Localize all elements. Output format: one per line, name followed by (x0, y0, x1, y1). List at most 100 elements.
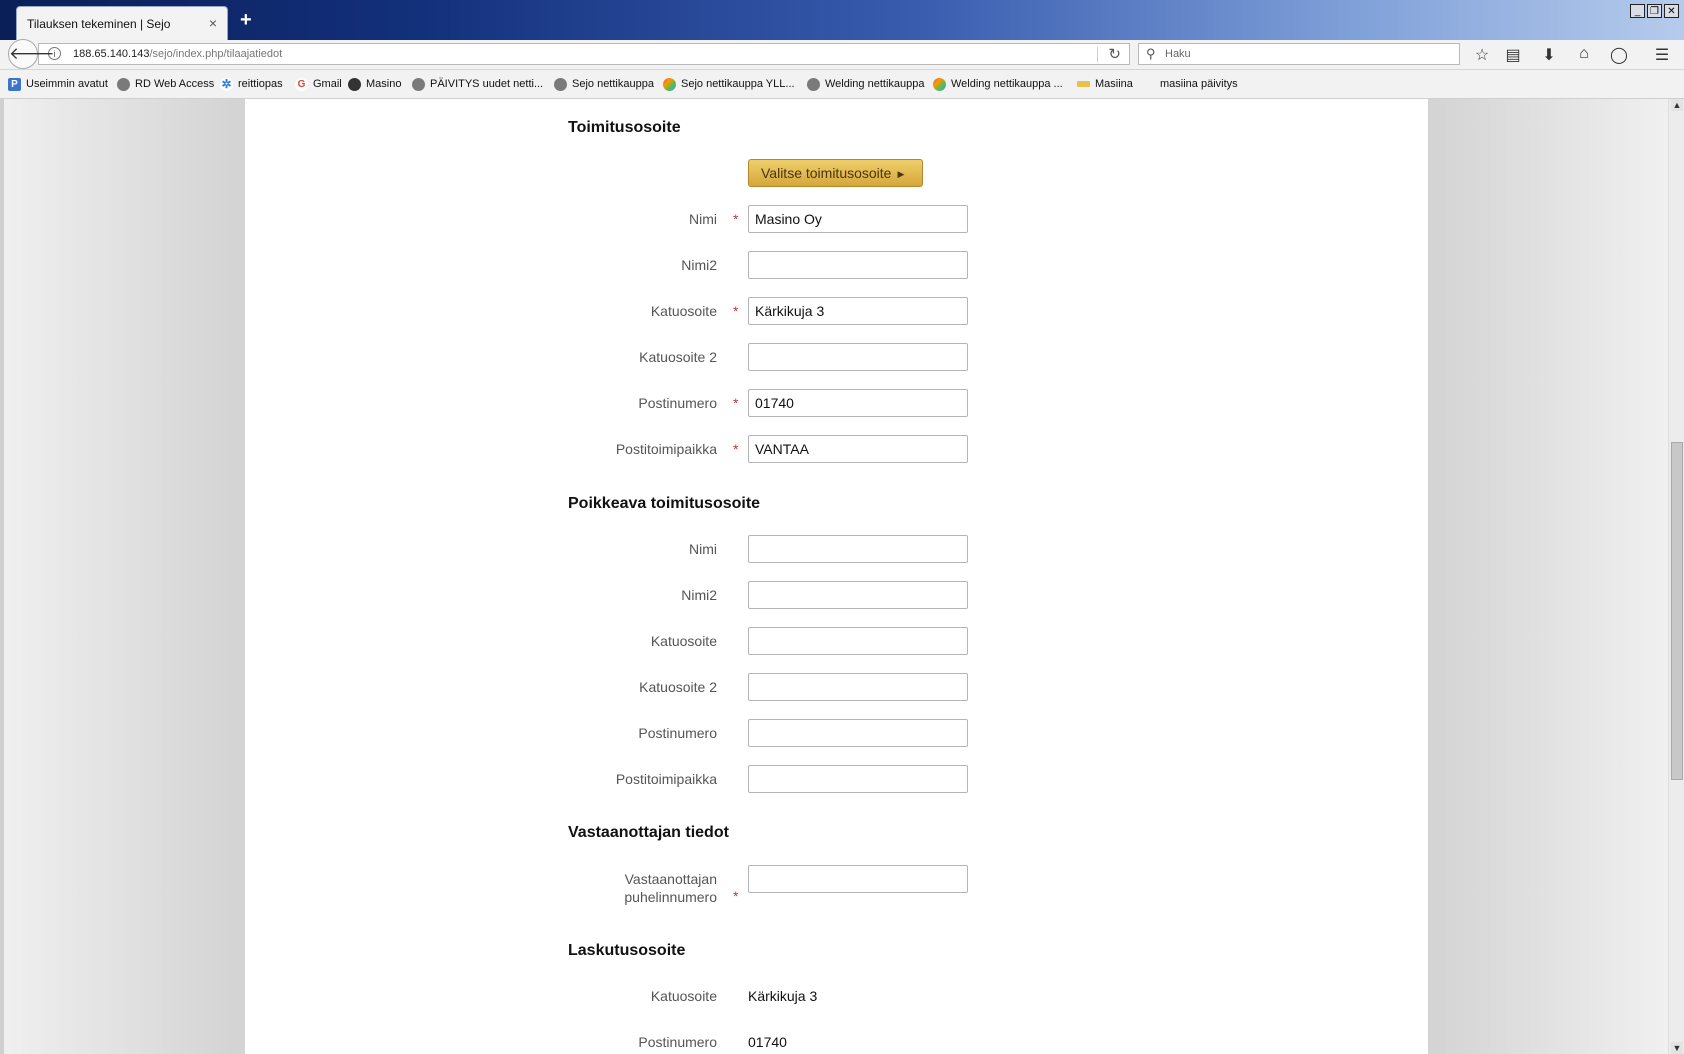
alt-street2-input[interactable] (748, 673, 968, 701)
google-icon: G (295, 77, 308, 91)
bookmark-label: Sejo nettikauppa (572, 78, 654, 90)
masino-icon (348, 77, 361, 91)
required-marker: * (733, 888, 739, 904)
url-text[interactable]: 188.65.140.143/sejo/index.php/tilaajatie… (73, 48, 282, 60)
select-delivery-address-button[interactable]: Valitse toimitusosoite ▶ (748, 159, 923, 187)
delivery-street-input[interactable] (748, 297, 968, 325)
joomla-icon (663, 77, 676, 91)
search-icon: ⚲ (1146, 46, 1156, 61)
chat-icon[interactable]: ◯ (1609, 45, 1629, 65)
reading-list-icon[interactable]: ▤ (1503, 45, 1523, 65)
new-tab-icon[interactable]: + (240, 9, 252, 32)
alt-street-input[interactable] (748, 627, 968, 655)
scroll-up-arrow-icon[interactable]: ▲ (1671, 99, 1683, 111)
bookmark-label: Masino (366, 78, 402, 90)
globe-icon (554, 77, 567, 91)
bookmark-item[interactable]: Sejo nettikauppa YLL... (663, 70, 795, 98)
delivery-city-input[interactable] (748, 435, 968, 463)
bookmark-label: Sejo nettikauppa YLL... (681, 78, 795, 90)
required-marker: * (733, 211, 739, 227)
required-marker: * (733, 303, 739, 319)
alternate-delivery-section-title: Poikkeava toimitusosoite (568, 495, 761, 512)
alt-name-label: Nimi (689, 541, 717, 557)
scroll-down-arrow-icon[interactable]: ▼ (1671, 1042, 1683, 1054)
delivery-name2-input[interactable] (748, 251, 968, 279)
gear-icon: ✲ (220, 76, 233, 91)
bookmark-item[interactable]: Sejo nettikauppa (554, 70, 654, 98)
url-bar[interactable]: i 188.65.140.143/sejo/index.php/tilaajat… (38, 43, 1130, 65)
restore-button[interactable]: ❐ (1647, 4, 1662, 18)
reload-icon[interactable]: ↻ (1108, 45, 1121, 63)
url-separator (1097, 47, 1098, 62)
close-window-button[interactable]: ✕ (1664, 4, 1679, 18)
bookmark-label: masiina päivitys (1160, 78, 1238, 90)
minimize-button[interactable]: _ (1630, 4, 1645, 18)
alt-city-label: Postitoimipaikka (615, 771, 717, 787)
delivery-postcode-label: Postinumero (638, 395, 717, 411)
bookmark-label: reittiopas (238, 78, 283, 90)
bookmark-item[interactable]: G Gmail (295, 70, 342, 98)
navigation-bar: i 188.65.140.143/sejo/index.php/tilaajat… (0, 39, 1684, 70)
back-button[interactable]: 🡐 (8, 39, 55, 69)
search-bar[interactable]: ⚲ Haku (1138, 43, 1460, 65)
alt-name-input[interactable] (748, 535, 968, 563)
bookmark-item[interactable]: Welding nettikauppa (807, 70, 924, 98)
alt-name2-label: Nimi2 (681, 587, 717, 603)
bookmark-item[interactable]: Welding nettikauppa ... (933, 70, 1063, 98)
tab-close-icon[interactable]: × (209, 15, 217, 31)
billing-section-title: Laskutusosoite (568, 942, 686, 959)
billing-postcode-label: Postinumero (638, 1034, 717, 1050)
bookmark-item[interactable]: ✲ reittiopas (220, 70, 283, 98)
bookmark-label: PÄIVITYS uudet netti... (430, 78, 544, 90)
alt-name2-input[interactable] (748, 581, 968, 609)
frequent-icon: P (8, 77, 21, 91)
globe-icon (412, 77, 425, 91)
bookmarks-bar: P Useimmin avatut RD Web Access ✲ reittiop… (0, 70, 1684, 99)
recipient-phone-label: Vastaanottajan puhelinnumero (624, 870, 717, 906)
billing-postcode-value: 01740 (748, 1034, 787, 1050)
caret-right-icon: ▶ (897, 168, 905, 179)
bookmark-star-icon[interactable]: ☆ (1472, 45, 1492, 65)
order-form-page: Toimitusosoite Valitse toimitusosoite ▶ N… (245, 99, 1428, 1054)
select-button-label: Valitse toimitusosoite (761, 165, 892, 181)
bookmark-label: Masiina (1095, 78, 1133, 90)
viewport-edge (0, 99, 4, 1054)
billing-street-label: Katuosoite (650, 988, 717, 1004)
title-bar: Tilauksen tekeminen | Sejo × + _ ❐ ✕ (0, 0, 1684, 40)
menu-icon[interactable]: ☰ (1652, 45, 1672, 65)
page-viewport: Toimitusosoite Valitse toimitusosoite ▶ N… (0, 99, 1668, 1054)
delivery-street2-label: Katuosoite 2 (639, 349, 717, 365)
bookmark-label: RD Web Access (135, 78, 215, 90)
delivery-name-label: Nimi (689, 211, 717, 227)
delivery-name2-label: Nimi2 (681, 257, 717, 273)
browser-tab[interactable]: Tilauksen tekeminen | Sejo × (16, 6, 228, 40)
bookmark-label: Gmail (313, 78, 342, 90)
bookmark-item[interactable]: masiina päivitys (1160, 70, 1238, 98)
search-placeholder: Haku (1165, 48, 1191, 60)
home-icon[interactable]: ⌂ (1574, 45, 1594, 63)
delivery-postcode-input[interactable] (748, 389, 968, 417)
download-icon[interactable]: ⬇ (1539, 45, 1559, 65)
alt-street-label: Katuosoite (650, 633, 717, 649)
bookmark-item[interactable]: P Useimmin avatut (8, 70, 108, 98)
url-path: /sejo/index.php/tilaajatiedot (149, 48, 283, 60)
delivery-name-input[interactable] (748, 205, 968, 233)
recipient-phone-input[interactable] (748, 865, 968, 893)
masiina-icon (1077, 81, 1090, 88)
alt-postcode-label: Postinumero (638, 725, 717, 741)
alt-city-input[interactable] (748, 765, 968, 793)
bookmark-label: Useimmin avatut (26, 78, 108, 90)
delivery-street2-input[interactable] (748, 343, 968, 371)
scrollbar-thumb[interactable] (1671, 442, 1683, 780)
alt-postcode-input[interactable] (748, 719, 968, 747)
bookmark-item[interactable]: PÄIVITYS uudet netti... (412, 70, 543, 98)
recipient-phone-label-line1: Vastaanottajan (624, 871, 717, 887)
bookmark-label: Welding nettikauppa (825, 78, 925, 90)
bookmark-label: Welding nettikauppa ... (951, 78, 1063, 90)
bookmark-item[interactable]: Masiina (1077, 70, 1133, 98)
bookmark-item[interactable]: Masino (348, 70, 401, 98)
bookmark-item[interactable]: RD Web Access (117, 70, 214, 98)
delivery-section-title: Toimitusosoite (568, 119, 681, 136)
recipient-phone-label-line2: puhelinnumero (624, 889, 717, 905)
vertical-scrollbar[interactable]: ▲ ▼ (1668, 99, 1684, 1054)
